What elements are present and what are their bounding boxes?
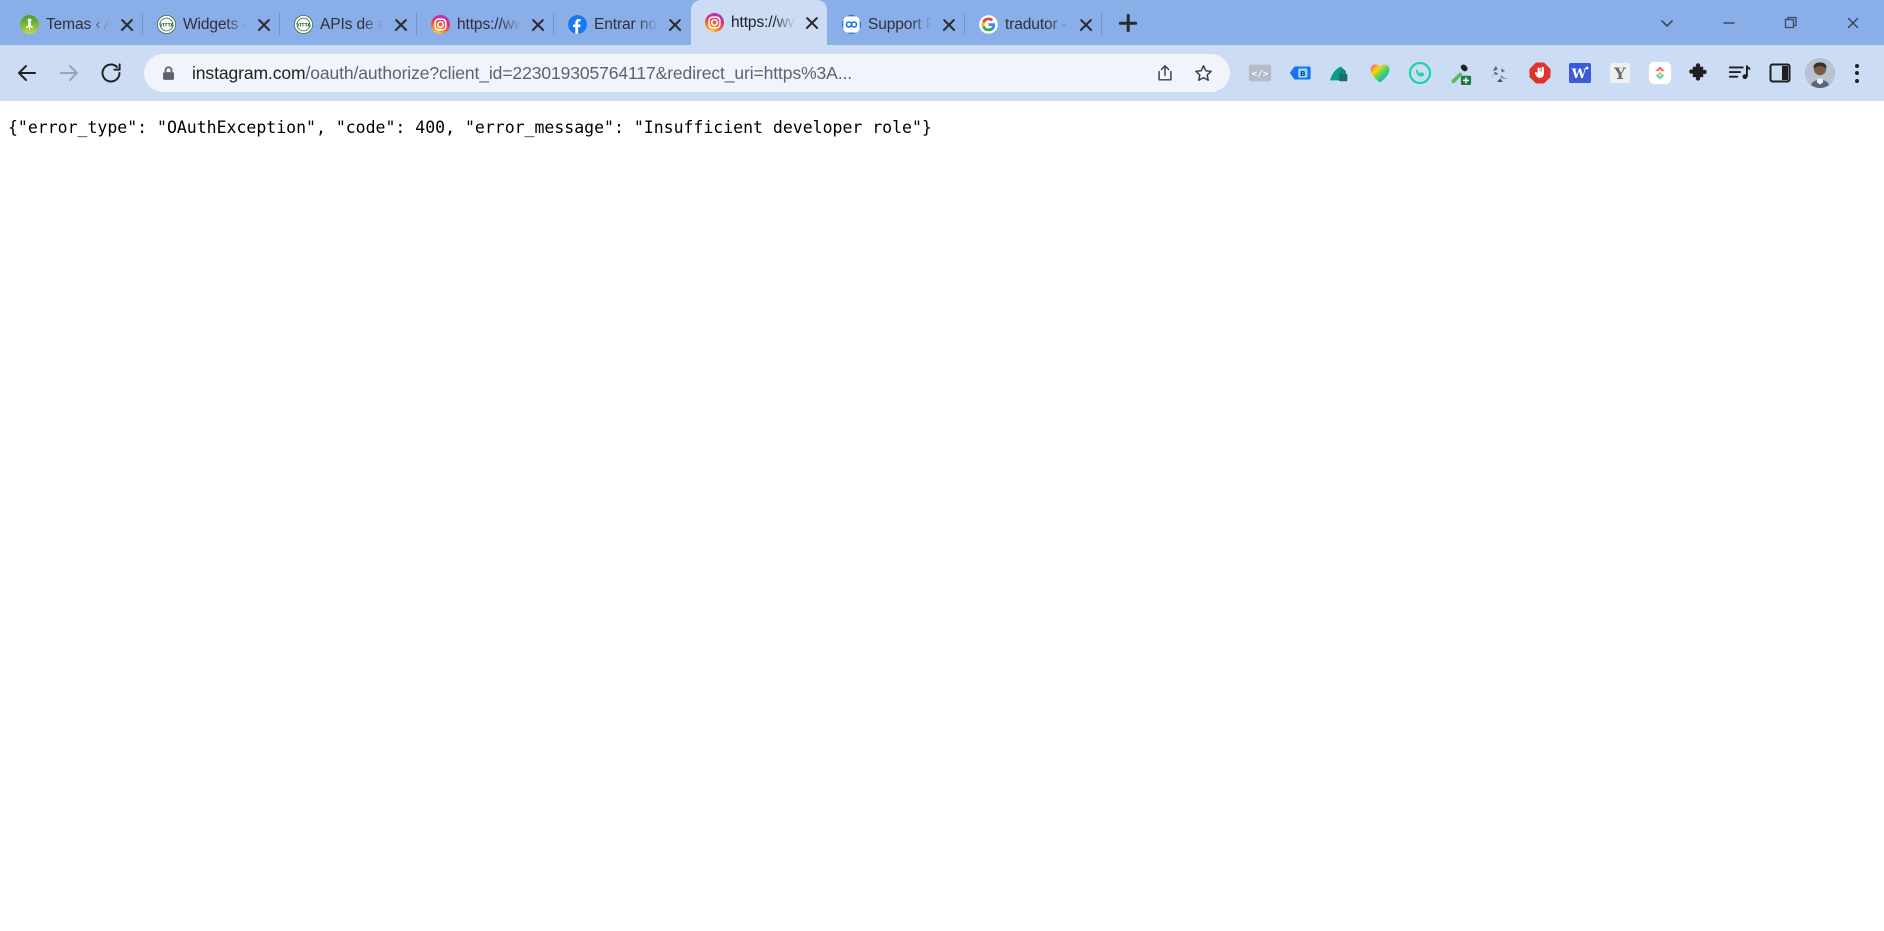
- code-brackets-icon: </>: [1248, 61, 1272, 85]
- extensions-area: </> B W Y: [1240, 53, 1800, 93]
- maximize-button[interactable]: [1760, 0, 1822, 45]
- close-window-button[interactable]: [1822, 0, 1884, 45]
- tab-close-button[interactable]: [529, 16, 547, 34]
- tab-3[interactable]: https://www: [417, 4, 553, 45]
- instagram-icon: [431, 15, 450, 34]
- person-logo-icon: [20, 15, 39, 34]
- reload-button[interactable]: [90, 52, 132, 94]
- json-error-response: {"error_type": "OAuthException", "code":…: [8, 118, 932, 137]
- tab-search-button[interactable]: [1636, 0, 1698, 45]
- svg-text:Y: Y: [1613, 64, 1626, 83]
- address-bar[interactable]: instagram.com/oauth/authorize?client_id=…: [144, 54, 1230, 92]
- grey-y-icon: Y: [1608, 61, 1632, 85]
- wordpress-support-icon: [842, 15, 861, 34]
- extensions-menu[interactable]: [1680, 53, 1720, 93]
- media-playlist[interactable]: [1720, 53, 1760, 93]
- heart-extension[interactable]: [1360, 53, 1400, 93]
- blue-w-square-icon: W: [1568, 61, 1592, 85]
- rainbow-heart-icon: [1368, 61, 1392, 85]
- recycle-icon: [1488, 61, 1512, 85]
- tab-2[interactable]: VITTA APIs de aut: [280, 4, 416, 45]
- tab-close-button[interactable]: [666, 16, 684, 34]
- tab-close-button[interactable]: [803, 14, 821, 32]
- tab-title: Temas ‹ Adr: [46, 15, 111, 33]
- tab-title: tradutor - P: [1005, 15, 1070, 33]
- tab-6[interactable]: Support Fo: [828, 4, 964, 45]
- tab-close-button[interactable]: [255, 16, 273, 34]
- url-host: instagram.com: [192, 62, 306, 83]
- page-content: {"error_type": "OAuthException", "code":…: [0, 101, 1884, 931]
- side-panel[interactable]: [1760, 53, 1800, 93]
- tab-title: https://www: [457, 15, 522, 33]
- eyedropper-icon: [1448, 61, 1472, 85]
- svg-text:VITTA: VITTA: [296, 22, 311, 28]
- url-path: /oauth/authorize?client_id=2230193057641…: [305, 62, 853, 83]
- colorful-chevron-icon: [1648, 61, 1672, 85]
- tab-close-button[interactable]: [940, 16, 958, 34]
- music-playlist-icon: [1728, 61, 1752, 85]
- side-panel-icon: [1768, 61, 1792, 85]
- window-controls: [1636, 0, 1884, 45]
- adblock-extension[interactable]: [1520, 53, 1560, 93]
- teal-lock-shield-icon: [1328, 61, 1352, 85]
- minimize-button[interactable]: [1698, 0, 1760, 45]
- vitta-seal-icon: VITTA: [294, 15, 313, 34]
- tab-close-button[interactable]: [392, 16, 410, 34]
- tab-title: Support Fo: [868, 15, 933, 33]
- y-extension[interactable]: Y: [1600, 53, 1640, 93]
- back-button[interactable]: [6, 52, 48, 94]
- star-icon[interactable]: [1186, 56, 1220, 90]
- new-tab-button[interactable]: [1110, 5, 1146, 41]
- svg-text:</>: </>: [1252, 69, 1269, 80]
- svg-text:W: W: [1571, 67, 1587, 82]
- tab-0[interactable]: Temas ‹ Adr: [6, 4, 142, 45]
- vitta-seal-icon: VITTA: [157, 15, 176, 34]
- tab-separator: [1101, 13, 1102, 35]
- profile-photo: [1805, 58, 1835, 88]
- instagram-icon: [705, 13, 724, 32]
- code-viewer-extension[interactable]: </>: [1240, 53, 1280, 93]
- forward-button[interactable]: [48, 52, 90, 94]
- svg-text:B: B: [1300, 69, 1306, 78]
- tab-5[interactable]: https://www: [691, 0, 827, 45]
- puzzle-piece-icon: [1688, 61, 1712, 85]
- recycle-extension[interactable]: [1480, 53, 1520, 93]
- tag-extension[interactable]: B: [1280, 53, 1320, 93]
- share-icon[interactable]: [1148, 56, 1182, 90]
- url-text: instagram.com/oauth/authorize?client_id=…: [192, 63, 1144, 84]
- whatsapp-extension[interactable]: [1400, 53, 1440, 93]
- tab-title: Entrar no Fa: [594, 15, 659, 33]
- lock-icon[interactable]: [160, 65, 178, 82]
- tab-close-button[interactable]: [118, 16, 136, 34]
- chevron-color-extension[interactable]: [1640, 53, 1680, 93]
- browser-toolbar: instagram.com/oauth/authorize?client_id=…: [0, 45, 1884, 101]
- tab-title: APIs de aut: [320, 15, 385, 33]
- w-extension[interactable]: W: [1560, 53, 1600, 93]
- avatar[interactable]: [1800, 53, 1840, 93]
- tab-close-button[interactable]: [1077, 16, 1095, 34]
- colorpicker-extension[interactable]: [1440, 53, 1480, 93]
- tab-4[interactable]: Entrar no Fa: [554, 4, 690, 45]
- tab-1[interactable]: VITTA Widgets ‹ V: [143, 4, 279, 45]
- tab-7[interactable]: tradutor - P: [965, 4, 1101, 45]
- tab-strip: Temas ‹ Adr VITTA Widgets ‹ V VITTA APIs de …: [0, 0, 1884, 45]
- green-circle-chat-icon: [1408, 61, 1432, 85]
- vpn-extension[interactable]: [1320, 53, 1360, 93]
- svg-text:VITTA: VITTA: [159, 22, 174, 28]
- three-dots-menu-button[interactable]: [1840, 53, 1874, 93]
- tab-title: Widgets ‹ V: [183, 15, 248, 33]
- facebook-icon: [568, 15, 587, 34]
- google-icon: [979, 15, 998, 34]
- adblock-stop-hand-icon: [1528, 61, 1552, 85]
- blue-tag-icon: B: [1288, 61, 1312, 85]
- tab-title: https://www: [731, 13, 796, 31]
